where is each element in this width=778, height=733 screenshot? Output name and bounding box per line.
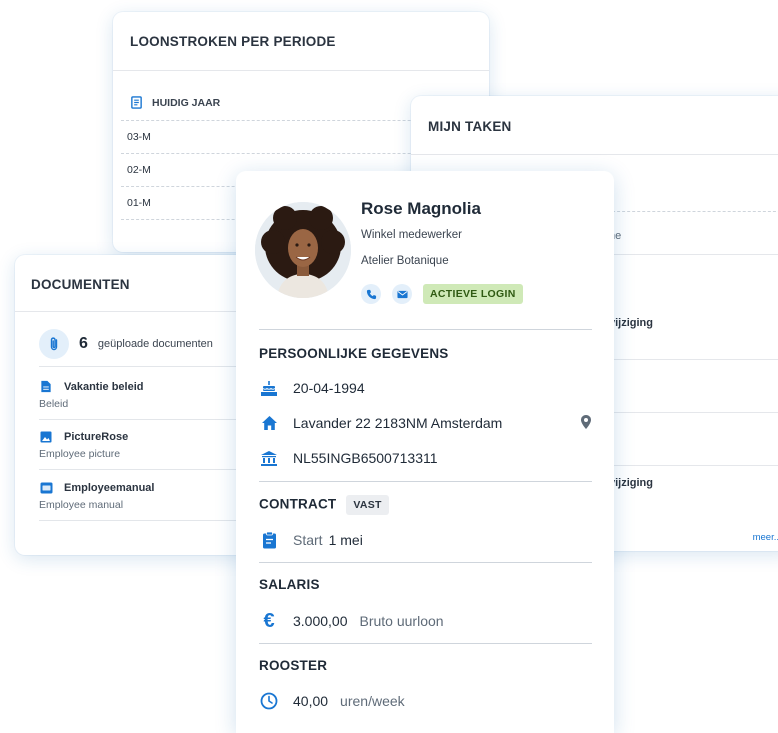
receipt-icon	[131, 96, 142, 109]
phone-icon[interactable]	[361, 284, 381, 304]
map-pin-icon[interactable]	[580, 414, 592, 433]
section-divider	[259, 329, 592, 330]
documents-divider	[39, 520, 253, 521]
section-divider	[259, 562, 592, 563]
bank-icon	[259, 448, 279, 468]
contract-title: CONTRACT VAST	[259, 495, 389, 515]
address-value: Lavander 22 2183NM Amsterdam	[293, 415, 503, 431]
payslips-title: LOONSTROKEN PER PERIODE	[130, 34, 336, 49]
payslips-header-divider	[113, 70, 489, 71]
contract-type-badge: VAST	[346, 495, 389, 515]
schedule-row: 40,00 uren/week	[259, 690, 592, 712]
euro-icon: €	[263, 609, 275, 632]
salary-row: € 3.000,00 Bruto uurloon	[259, 610, 592, 632]
payslips-group-current-year[interactable]: HUIDIG JAAR	[130, 96, 220, 109]
salary-title: SALARIS	[259, 577, 320, 592]
contract-start-row: Start 1 mei	[259, 529, 592, 551]
documents-divider	[39, 419, 253, 420]
payslip-period: 02-M	[127, 164, 151, 176]
documents-divider	[39, 469, 253, 470]
employee-role: Winkel medewerker	[361, 229, 462, 241]
iban-value: NL55INGB6500713311	[293, 450, 438, 466]
cake-icon	[259, 378, 279, 398]
documents-count: 6 geüploade documenten	[39, 329, 213, 359]
contract-start-label: Start	[293, 532, 323, 548]
address-row: Lavander 22 2183NM Amsterdam	[259, 412, 592, 434]
documents-divider	[39, 366, 253, 367]
tasks-more-link[interactable]: meer..	[753, 532, 778, 543]
clock-icon	[259, 691, 279, 711]
tasks-title: MIJN TAKEN	[428, 119, 512, 134]
document-type: Employee manual	[39, 499, 124, 511]
profile-actions: ACTIEVE LOGIN	[361, 284, 523, 304]
schedule-title: ROOSTER	[259, 658, 328, 673]
tasks-header-divider	[411, 154, 778, 155]
section-divider	[259, 481, 592, 482]
clipboard-icon	[259, 530, 279, 550]
document-type: Employee picture	[39, 448, 121, 460]
employee-profile-card: Rose Magnolia Winkel medewerker Atelier …	[236, 171, 614, 733]
documents-count-label: geüploade documenten	[97, 338, 213, 350]
mail-icon[interactable]	[392, 284, 412, 304]
document-name: Employeemanual	[64, 482, 155, 494]
paperclip-icon	[39, 329, 69, 359]
avatar	[255, 202, 351, 298]
pdf-icon	[40, 482, 53, 494]
birthdate-value: 20-04-1994	[293, 380, 365, 396]
schedule-unit: uren/week	[340, 693, 405, 709]
payslips-group-label: HUIDIG JAAR	[152, 96, 221, 109]
birthdate-row: 20-04-1994	[259, 377, 592, 399]
employee-name: Rose Magnolia	[361, 199, 481, 218]
task-text[interactable]: vijziging	[609, 477, 653, 489]
documents-count-value: 6	[79, 335, 88, 352]
salary-unit: Bruto uurloon	[359, 613, 444, 629]
schedule-hours: 40,00	[293, 693, 329, 709]
payslip-period: 01-M	[127, 197, 151, 209]
salary-amount: 3.000,00	[293, 613, 348, 629]
contract-start-value: 1 mei	[328, 532, 363, 548]
image-icon	[40, 431, 52, 443]
personal-details-title: PERSOONLIJKE GEGEVENS	[259, 346, 449, 361]
contract-title-label: CONTRACT	[259, 496, 337, 512]
bank-account-row: NL55INGB6500713311	[259, 447, 592, 469]
task-text[interactable]: vijziging	[609, 317, 653, 329]
document-name: PictureRose	[64, 431, 129, 443]
home-icon	[259, 413, 279, 433]
documents-header-divider	[15, 311, 253, 312]
active-login-badge: ACTIEVE LOGIN	[423, 284, 523, 304]
document-icon	[41, 380, 51, 393]
payslip-period: 03-M	[127, 131, 151, 143]
document-type: Beleid	[39, 398, 69, 410]
section-divider	[259, 643, 592, 644]
document-name: Vakantie beleid	[64, 381, 144, 393]
documents-card: DOCUMENTEN 6 geüploade documenten Vakant…	[15, 255, 253, 555]
documents-title: DOCUMENTEN	[31, 277, 130, 292]
employee-organization: Atelier Botanique	[361, 255, 449, 267]
